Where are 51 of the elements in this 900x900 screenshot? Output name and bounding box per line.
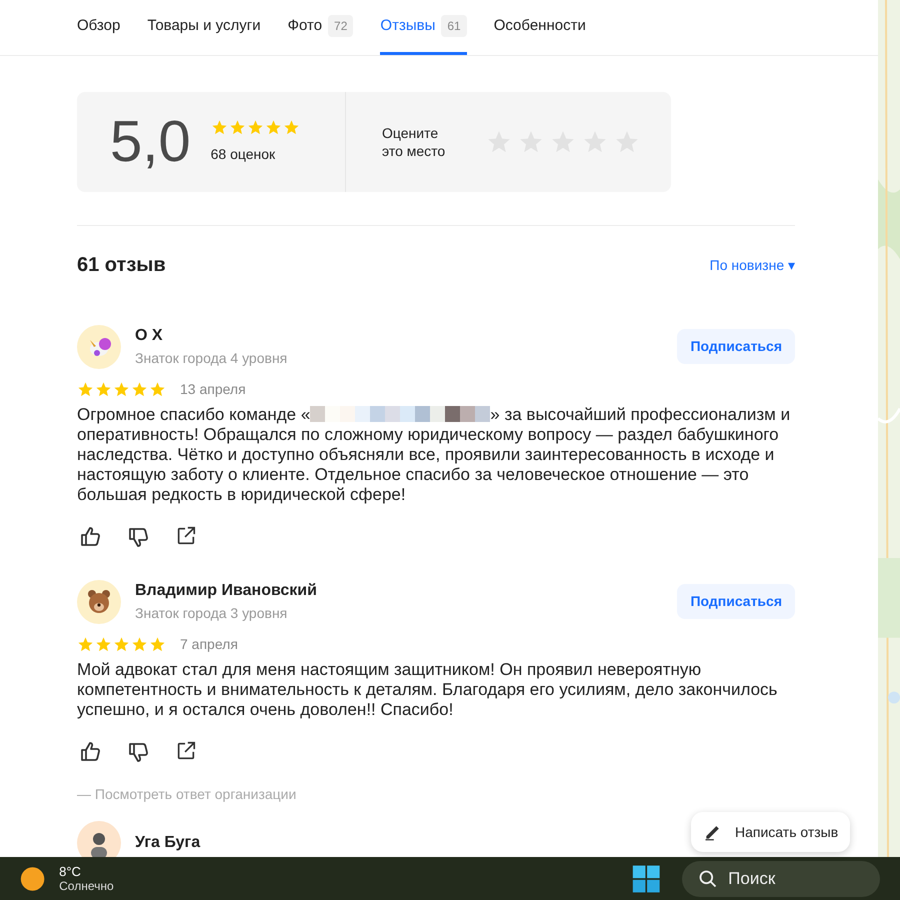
temperature: 8°C: [59, 864, 82, 878]
tab[interactable]: Фото 72: [288, 0, 354, 55]
star-icon: [131, 381, 148, 398]
subscribe-button[interactable]: Подписаться: [677, 584, 795, 619]
star-icon: [113, 636, 130, 653]
star-icon: [113, 381, 130, 398]
sort-dropdown[interactable]: По новизне ▾: [710, 254, 795, 276]
review-text: Огромное спасибо команде « » за высочайший профессионализм и оперативность! Обращался по сложному юридическому вопросу — раздел бабушкиного наследства. Чётко и доступно объясняли все, проявили заинтересованность в исходе и настоящую заботу о клиенте. Отдельное спасибо за человеческое отношение — это большая редкость в юридической сфере!: [77, 405, 792, 505]
reviewer-level: Знаток города 3 уровня: [135, 604, 288, 623]
star-icon: [282, 119, 300, 136]
star-icon: [246, 119, 264, 136]
tab[interactable]: Обзор: [77, 0, 120, 55]
star-icon: [95, 636, 112, 653]
reviewer-name[interactable]: Владимир Ивановский: [135, 579, 317, 603]
count-badge: 72: [328, 15, 354, 37]
search-field[interactable]: Поиск: [682, 860, 880, 896]
reviewer-level: Знаток города 4 уровня: [135, 349, 288, 368]
share-icon[interactable]: [175, 740, 197, 762]
star-icon: [149, 381, 166, 398]
star-icon: [131, 636, 148, 653]
ratings-count: 68 оценок: [210, 145, 276, 164]
reviewer-name[interactable]: Уга Буга: [135, 831, 200, 855]
count-badge: 61: [441, 15, 467, 37]
tab[interactable]: Отзывы 61: [380, 0, 467, 55]
review-date: 7 апреля: [180, 635, 238, 654]
thumbs-up-icon[interactable]: [79, 525, 103, 549]
star-icon: [264, 119, 282, 136]
avatar-icon: [77, 580, 121, 624]
star-icon: [210, 119, 228, 136]
star-icon: [95, 381, 112, 398]
avatar-icon: [77, 324, 121, 368]
star-icon: [149, 636, 166, 653]
star-icon: [77, 381, 94, 398]
tab[interactable]: Особенности: [494, 0, 586, 55]
reviewer-name[interactable]: O X: [135, 324, 163, 348]
weather-label: Солнечно: [59, 878, 114, 894]
reviews-title: 61 отзыв: [77, 253, 166, 278]
thumbs-down-icon[interactable]: [127, 525, 151, 549]
review-text: Мой адвокат стал для меня настоящим защитником! Он проявил невероятную компетентность и внимательность к деталям. Благодаря его усилиям, дело закончилось успешно, и я остался очень доволен!! Спасибо!: [77, 660, 778, 720]
tab[interactable]: Товары и услуги: [147, 0, 261, 55]
star-icon: [77, 636, 94, 653]
review-date: 13 апреля: [180, 380, 246, 399]
search-icon: [698, 868, 718, 888]
write-review-button[interactable]: Написать отзыв: [691, 812, 850, 852]
share-icon[interactable]: [175, 525, 197, 547]
thumbs-up-icon[interactable]: [79, 740, 103, 764]
star-icon: [228, 119, 246, 136]
rate-prompt: Оцените это место: [382, 124, 446, 160]
rating-score: 5,0: [110, 113, 191, 171]
thumbs-down-icon[interactable]: [127, 740, 151, 764]
subscribe-button[interactable]: Подписаться: [677, 329, 795, 364]
